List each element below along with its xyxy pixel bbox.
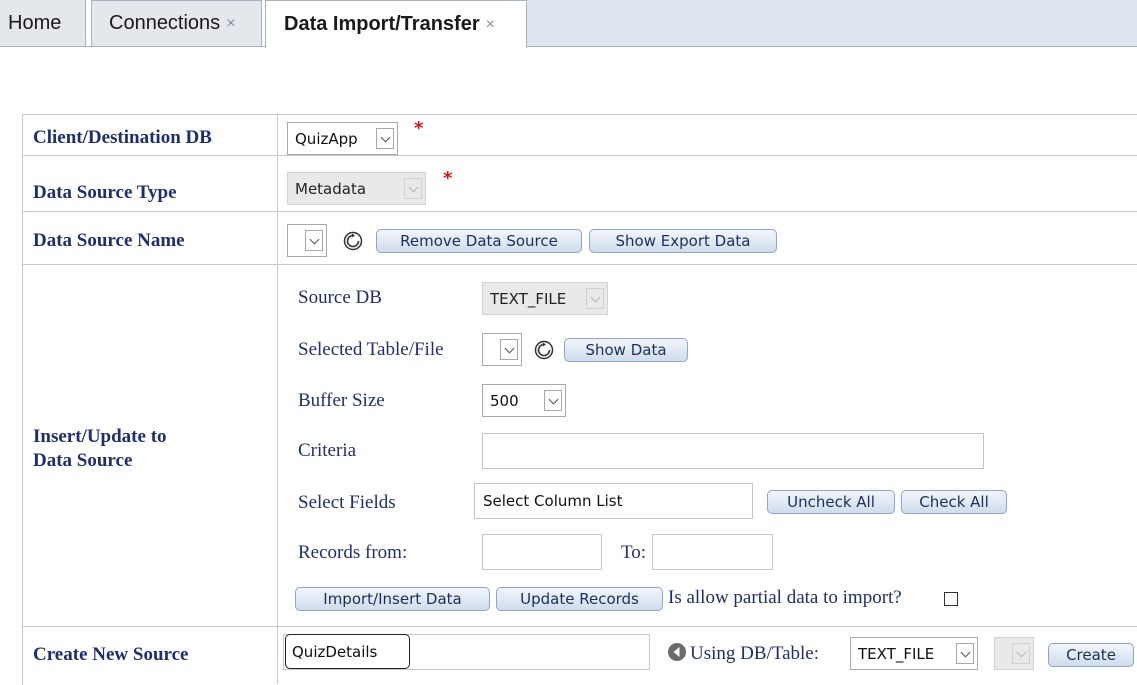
criteria-label: Criteria [298,440,357,461]
chevron-down-icon [404,178,422,199]
tab-connections-label: Connections [109,12,221,34]
client-destination-db-select[interactable]: QuizApp [287,122,398,155]
source-db-select[interactable]: TEXT_FILE [482,282,608,315]
allow-partial-data-checkbox[interactable] [944,592,958,606]
refresh-icon[interactable] [343,231,363,251]
using-db-table-label: Using DB/Table: [690,643,820,664]
show-data-button[interactable]: Show Data [564,338,688,362]
chevron-down-icon [500,339,518,360]
row-divider [22,155,1137,156]
using-db-value: TEXT_FILE [858,644,935,663]
buffer-size-value: 500 [490,391,519,410]
row-divider [22,264,1137,265]
select-fields-label: Select Fields [298,492,396,513]
update-records-button[interactable]: Update Records [496,587,663,611]
chevron-down-icon [544,390,562,411]
tab-divider [0,46,265,47]
records-from-input[interactable] [482,534,602,570]
chevron-down-icon [1012,643,1030,664]
source-db-label: Source DB [298,287,382,308]
records-from-label: Records from: [298,542,408,563]
using-table-select[interactable] [994,637,1034,670]
back-arrow-icon[interactable] [667,642,687,662]
required-marker: * [414,118,424,139]
create-button[interactable]: Create [1048,643,1134,667]
create-new-source-label: Create New Source [33,644,189,665]
import-insert-data-button[interactable]: Import/Insert Data [295,587,490,611]
tab-data-import-label: Data Import/Transfer [284,13,480,35]
refresh-icon[interactable] [534,340,554,360]
remove-data-source-button[interactable]: Remove Data Source [376,229,582,253]
data-source-type-label: Data Source Type [33,182,177,203]
records-to-label: To: [621,542,647,563]
chevron-down-icon [586,288,604,309]
records-to-input[interactable] [652,534,773,570]
buffer-size-select[interactable]: 500 [482,384,566,417]
row-divider [22,626,1137,627]
using-db-select[interactable]: TEXT_FILE [850,637,978,670]
new-source-name-focus-ring [285,634,410,669]
select-fields-input[interactable]: Select Column List [474,483,753,519]
insert-update-label-line2: Data Source [33,450,133,471]
check-all-button[interactable]: Check All [901,490,1007,514]
close-icon[interactable]: × [486,16,495,34]
data-source-type-select[interactable]: Metadata [287,172,426,205]
insert-update-label: Insert/Update to Data Source [33,425,167,473]
uncheck-all-button[interactable]: Uncheck All [767,490,895,514]
close-icon[interactable]: × [226,15,235,33]
allow-partial-data-label: Is allow partial data to import? [668,587,902,608]
tab-bar: Home Connections × Data Import/Transfer … [0,0,1137,48]
insert-update-label-line1: Insert/Update to [33,426,167,447]
client-destination-db-label: Client/Destination DB [33,127,212,148]
criteria-input[interactable] [482,433,984,469]
data-source-name-select[interactable] [287,224,327,257]
chevron-down-icon [376,128,394,149]
data-source-type-value: Metadata [295,179,367,198]
tab-connections[interactable]: Connections × [91,0,262,46]
client-destination-db-value: QuizApp [295,129,358,148]
chevron-down-icon [305,230,323,251]
buffer-size-label: Buffer Size [298,390,385,411]
selected-table-file-select[interactable] [482,333,522,366]
chevron-down-icon [956,643,974,664]
data-source-name-label: Data Source Name [33,230,185,251]
required-marker: * [443,168,453,189]
tab-home-label: Home [8,11,62,34]
show-export-data-button[interactable]: Show Export Data [589,229,777,253]
row-divider [22,211,1137,212]
selected-table-file-label: Selected Table/File [298,339,444,360]
tab-data-import-transfer[interactable]: Data Import/Transfer × [265,0,527,48]
column-divider [277,114,278,684]
source-db-value: TEXT_FILE [490,289,567,308]
tab-home[interactable]: Home [0,0,86,46]
tab-bar-background [527,0,1137,47]
